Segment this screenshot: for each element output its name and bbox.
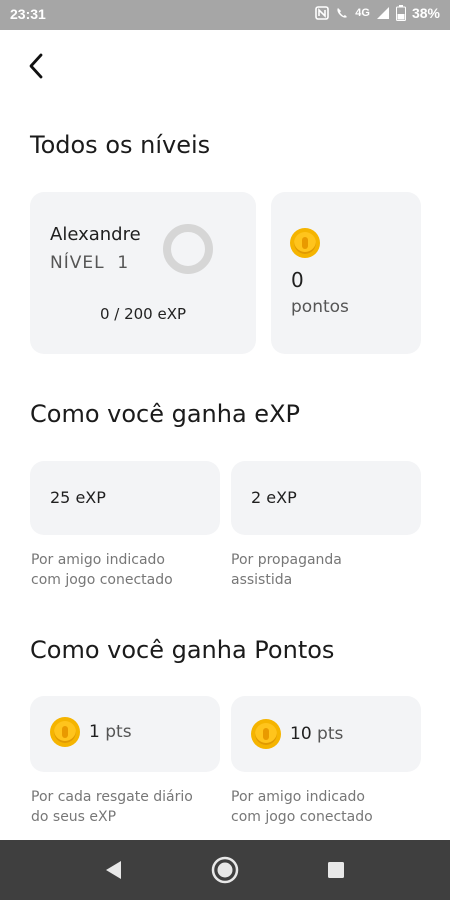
user-name: Alexandre — [50, 224, 141, 245]
points-referral-amount-row: 10 pts — [290, 724, 343, 744]
status-bar: 23:31 4G 38% — [0, 0, 450, 30]
back-button[interactable] — [18, 48, 54, 84]
points-card[interactable]: 0 pontos — [271, 192, 421, 354]
exp-ad-description: Por propaganda assistida — [231, 550, 342, 590]
status-icons: 4G 38% — [315, 5, 440, 21]
coin-icon — [50, 717, 80, 747]
nfc-icon — [315, 6, 330, 20]
battery-level: 38% — [411, 5, 440, 21]
coin-icon — [290, 228, 320, 258]
exp-referral-description: Por amigo indicado com jogo conectado — [31, 550, 173, 590]
wifi-calling-icon — [337, 8, 348, 18]
arrow-left-icon — [29, 53, 43, 79]
nav-recents-button[interactable] — [320, 854, 352, 886]
points-daily-card: 1 pts — [30, 696, 220, 772]
signal-icon — [376, 7, 389, 19]
status-time: 23:31 — [10, 6, 46, 22]
level-indicator: NÍVEL 1 — [50, 253, 129, 273]
exp-ad-card: 2 eXP — [231, 461, 421, 535]
level-value: 1 — [117, 253, 130, 273]
battery-icon — [395, 5, 406, 21]
levels-title: Todos os níveis — [30, 131, 211, 159]
description-line: com jogo conectado — [231, 809, 373, 825]
exp-referral-card: 25 eXP — [30, 461, 220, 535]
description-line: Por amigo indicado — [31, 552, 165, 568]
earn-exp-title: Como você ganha eXP — [30, 400, 300, 428]
earn-points-title: Como você ganha Pontos — [30, 636, 335, 664]
nav-back-button[interactable] — [97, 854, 129, 886]
description-line: do seus eXP — [31, 809, 117, 825]
navigation-bar — [0, 840, 450, 900]
points-label: pontos — [291, 297, 349, 317]
points-daily-amount-row: 1 pts — [89, 722, 132, 742]
nav-home-button[interactable] — [209, 854, 241, 886]
description-line: Por cada resgate diário — [31, 789, 193, 805]
level-progress-ring — [163, 224, 213, 274]
points-daily-description: Por cada resgate diário do seus eXP — [31, 787, 193, 827]
exp-ad-value: 2 eXP — [251, 488, 297, 507]
points-daily-unit: pts — [105, 722, 132, 742]
triangle-back-icon — [106, 861, 121, 879]
xp-progress: 0 / 200 eXP — [99, 305, 187, 323]
description-line: com jogo conectado — [31, 572, 173, 588]
level-label: NÍVEL — [50, 253, 105, 273]
points-value: 0 — [291, 268, 304, 292]
circle-home-icon — [211, 856, 239, 884]
network-type: 4G — [355, 7, 370, 19]
coin-icon — [251, 719, 281, 749]
points-referral-description: Por amigo indicado com jogo conectado — [231, 787, 373, 827]
points-referral-card: 10 pts — [231, 696, 421, 772]
points-daily-amount: 1 — [89, 722, 100, 742]
description-line: Por propaganda — [231, 552, 342, 568]
square-recents-icon — [328, 862, 344, 878]
level-card[interactable]: Alexandre NÍVEL 1 0 / 200 eXP — [30, 192, 256, 354]
points-referral-unit: pts — [317, 724, 344, 744]
description-line: Por amigo indicado — [231, 789, 365, 805]
exp-referral-value: 25 eXP — [50, 488, 106, 507]
description-line: assistida — [231, 572, 293, 588]
points-referral-amount: 10 — [290, 724, 312, 744]
